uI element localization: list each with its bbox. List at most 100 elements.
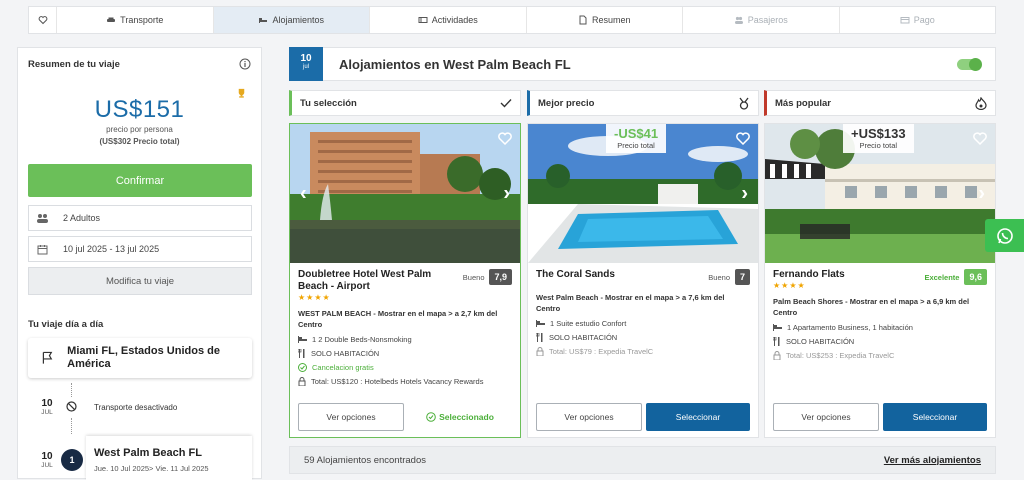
fire-icon — [975, 96, 987, 110]
step-pasajeros[interactable]: Pasajeros — [683, 7, 840, 33]
date-badge-month: jul — [302, 64, 309, 70]
check-circle-icon — [298, 363, 307, 372]
step-actividades[interactable]: Actividades — [370, 7, 527, 33]
column-most-popular: Más popular +US$133 Precio total › Ferna… — [764, 90, 996, 438]
room-line: 1 2 Double Beds-Nonsmoking — [298, 335, 512, 344]
day-by-day-heading: Tu viaje día a día — [28, 319, 104, 330]
step-home[interactable] — [29, 7, 57, 33]
hotel-location[interactable]: WEST PALM BEACH - Mostrar en el mapa > a… — [298, 308, 512, 330]
cutlery-icon — [536, 333, 543, 342]
travellers-value: 2 Adultos — [63, 213, 101, 223]
view-options-button[interactable]: Ver opciones — [298, 403, 404, 431]
total-price: Total: US$79 : Expedia TravelC — [549, 347, 654, 356]
flag-icon — [42, 351, 53, 364]
hotel-location[interactable]: Palm Beach Shores - Mostrar en el mapa >… — [773, 296, 987, 318]
steps-bar: Transporte Alojamientos Actividades Resu… — [28, 6, 996, 34]
price-diff-value: -US$41 — [614, 126, 659, 141]
total-price: Total: US$120 : Hotelbeds Hotels Vacancy… — [311, 377, 484, 386]
accommodation-toggle[interactable] — [957, 58, 982, 71]
accommodation-panel: 10 jul Alojamientos en West Palm Beach F… — [289, 47, 996, 438]
hotel-photo-image — [290, 124, 520, 263]
summary-title: Resumen de tu viaje — [28, 58, 120, 70]
hotel-rating: Excelente 9,6 — [924, 269, 987, 285]
date-badge: 10 jul — [289, 47, 323, 81]
dates-field[interactable]: 10 jul 2025 - 13 jul 2025 — [28, 236, 252, 262]
timeline-connector — [71, 383, 72, 397]
heart-hands-icon — [38, 16, 47, 25]
lock-icon — [536, 347, 544, 356]
hotel-photo[interactable]: -US$41 Precio total › — [528, 124, 758, 263]
prev-photo-icon[interactable]: ‹ — [300, 182, 307, 205]
next-photo-icon[interactable]: › — [741, 182, 748, 205]
favorite-heart-icon[interactable] — [736, 132, 750, 145]
hotel-name[interactable]: Doubletree Hotel West Palm Beach - Airpo… — [298, 269, 458, 293]
trip-summary-sidebar: Resumen de tu viaje US$151 precio por pe… — [17, 47, 262, 480]
room-type: 1 2 Double Beds-Nonsmoking — [312, 335, 412, 344]
selected-label: Seleccionado — [439, 412, 494, 422]
stop-city: West Palm Beach FL — [94, 447, 202, 459]
hotel-name[interactable]: The Coral Sands — [536, 269, 696, 281]
info-icon[interactable] — [239, 58, 251, 70]
price-diff-label: Precio total — [859, 141, 898, 150]
step-pago[interactable]: Pago — [840, 7, 996, 33]
select-button[interactable]: Seleccionar — [646, 403, 750, 431]
hotel-location[interactable]: West Palm Beach - Mostrar en el mapa > a… — [536, 292, 750, 314]
date-badge-day: 10 — [300, 53, 312, 64]
whatsapp-button[interactable] — [985, 219, 1024, 252]
stop-card[interactable]: West Palm Beach FL Jue. 10 Jul 2025> Vie… — [86, 436, 252, 480]
modify-trip-button[interactable]: Modifica tu viaje — [28, 267, 252, 295]
next-photo-icon[interactable]: › — [978, 182, 985, 205]
hotel-name[interactable]: Fernando Flats — [773, 269, 933, 281]
cancellation-line: Cancelacion gratis — [298, 363, 512, 372]
hotel-photo[interactable]: +US$133 Precio total › — [765, 124, 995, 263]
results-footer: 59 Alojamientos encontrados Ver más aloj… — [289, 446, 996, 474]
card-actions: Ver opciones Seleccionar — [773, 403, 987, 431]
column-header: Tu selección — [289, 90, 521, 116]
price-total: (US$302 Precio total) — [99, 137, 180, 146]
timeline-date: 10 JUL — [40, 398, 54, 416]
hotel-photo[interactable]: ‹ › — [290, 124, 520, 263]
select-button[interactable]: Seleccionar — [883, 403, 987, 431]
timeline-month: JUL — [41, 409, 53, 416]
timeline-connector — [71, 418, 72, 434]
step-resumen[interactable]: Resumen — [527, 7, 683, 33]
users-icon — [36, 213, 48, 223]
trophy-icon — [238, 88, 245, 98]
stop-dates: Jue. 10 Jul 2025> Vie. 11 Jul 2025 — [94, 464, 209, 473]
favorite-heart-icon[interactable] — [973, 132, 987, 145]
rating-word: Bueno — [708, 272, 730, 282]
rating-score: 7 — [734, 269, 750, 285]
board-line: SOLO HABITACIÓN — [773, 337, 987, 346]
bed-icon — [536, 320, 545, 327]
step-transporte[interactable]: Transporte — [57, 7, 214, 33]
step-alojamientos[interactable]: Alojamientos — [213, 7, 370, 33]
column-header-label: Más popular — [775, 97, 831, 109]
timeline-date: 10 JUL — [40, 451, 54, 469]
column-header-label: Mejor precio — [538, 97, 595, 109]
room-line: 1 Suite estudio Confort — [536, 319, 750, 328]
hotel-stars: ★★★★ — [298, 293, 331, 302]
timeline-month: JUL — [41, 462, 53, 469]
dates-value: 10 jul 2025 - 13 jul 2025 — [63, 244, 160, 254]
card-actions: Ver opciones Seleccionado — [298, 403, 512, 431]
confirm-button[interactable]: Confirmar — [28, 164, 252, 197]
hotel-card-body: The Coral Sands Bueno 7 West Palm Beach … — [528, 263, 758, 362]
next-photo-icon[interactable]: › — [503, 182, 510, 205]
bed-icon — [259, 18, 268, 23]
rating-score: 7,9 — [489, 269, 512, 285]
view-options-button[interactable]: Ver opciones — [536, 403, 642, 431]
view-options-button[interactable]: Ver opciones — [773, 403, 879, 431]
accommodation-header: 10 jul Alojamientos en West Palm Beach F… — [289, 47, 996, 81]
step-label: Actividades — [431, 15, 478, 25]
medal-icon — [739, 97, 749, 110]
car-icon — [107, 17, 116, 22]
step-label: Pasajeros — [747, 15, 788, 25]
favorite-heart-icon[interactable] — [498, 132, 512, 145]
stop-number-badge: 1 — [61, 449, 83, 471]
travellers-field[interactable]: 2 Adultos — [28, 205, 252, 231]
hotel-card: -US$41 Precio total › The Coral Sands Bu… — [527, 123, 759, 438]
see-more-link[interactable]: Ver más alojamientos — [884, 455, 981, 466]
price-diff-badge: -US$41 Precio total — [606, 124, 667, 153]
price-per-person-label: precio por persona — [106, 125, 173, 134]
hotel-card: ‹ › Doubletree Hotel West Palm Beach - A… — [289, 123, 521, 438]
